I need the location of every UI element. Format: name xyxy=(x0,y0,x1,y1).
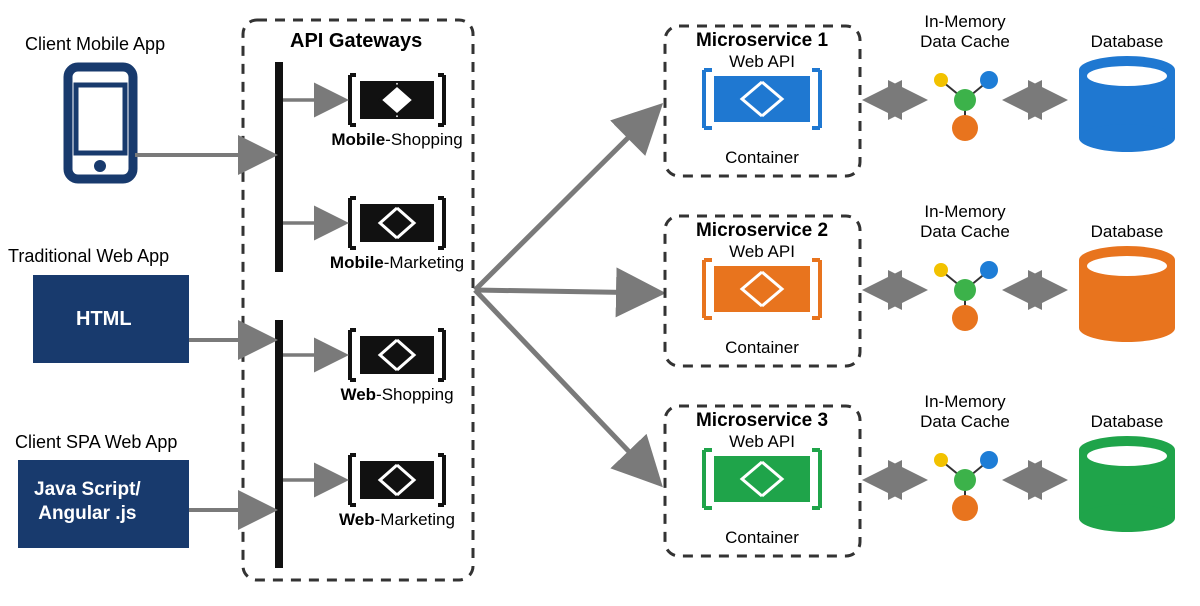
html-box-label: HTML xyxy=(76,308,132,331)
traditional-web-label: Traditional Web App xyxy=(8,246,169,267)
ms3-api: Web API xyxy=(729,432,795,452)
ms3-container: Container xyxy=(725,528,799,548)
cache-label-3a: In-Memory xyxy=(924,392,1005,412)
cache-icon-3 xyxy=(934,451,998,521)
gateway-label-0: Mobile-Shopping xyxy=(331,130,462,150)
gateway-container-mobile-shopping xyxy=(350,75,444,125)
cache-label-1b: Data Cache xyxy=(920,32,1010,52)
spa-box-label: Java Script/ Angular .js xyxy=(34,478,141,526)
gateway-container-mobile-marketing xyxy=(350,198,444,248)
database-icon-2 xyxy=(1079,246,1175,342)
ms2-api: Web API xyxy=(729,242,795,262)
mobile-phone-icon xyxy=(68,67,133,179)
db-label-1: Database xyxy=(1091,32,1164,52)
client-mobile-label: Client Mobile App xyxy=(25,34,165,55)
gateway-label-3: Web-Marketing xyxy=(339,510,455,530)
ms3-title: Microservice 3 xyxy=(696,410,828,432)
ms1-api: Web API xyxy=(729,52,795,72)
db-label-3: Database xyxy=(1091,412,1164,432)
cache-label-1a: In-Memory xyxy=(924,12,1005,32)
api-gateways-title: API Gateways xyxy=(290,30,422,53)
cache-label-2b: Data Cache xyxy=(920,222,1010,242)
ms1-container: Container xyxy=(725,148,799,168)
cache-label-2a: In-Memory xyxy=(924,202,1005,222)
ms2-container: Container xyxy=(725,338,799,358)
gateway-container-web-marketing xyxy=(350,455,444,505)
db-label-2: Database xyxy=(1091,222,1164,242)
ms2-title: Microservice 2 xyxy=(696,220,828,242)
ms1-title: Microservice 1 xyxy=(696,30,828,52)
database-icon-3 xyxy=(1079,436,1175,532)
gateway-label-1: Mobile-Marketing xyxy=(330,253,464,273)
gateway-container-web-shopping xyxy=(350,330,444,380)
cache-icon-1 xyxy=(934,71,998,141)
spa-web-label: Client SPA Web App xyxy=(15,432,177,453)
gateway-label-2: Web-Shopping xyxy=(340,385,453,405)
cache-label-3b: Data Cache xyxy=(920,412,1010,432)
database-icon-1 xyxy=(1079,56,1175,152)
cache-icon-2 xyxy=(934,261,998,331)
